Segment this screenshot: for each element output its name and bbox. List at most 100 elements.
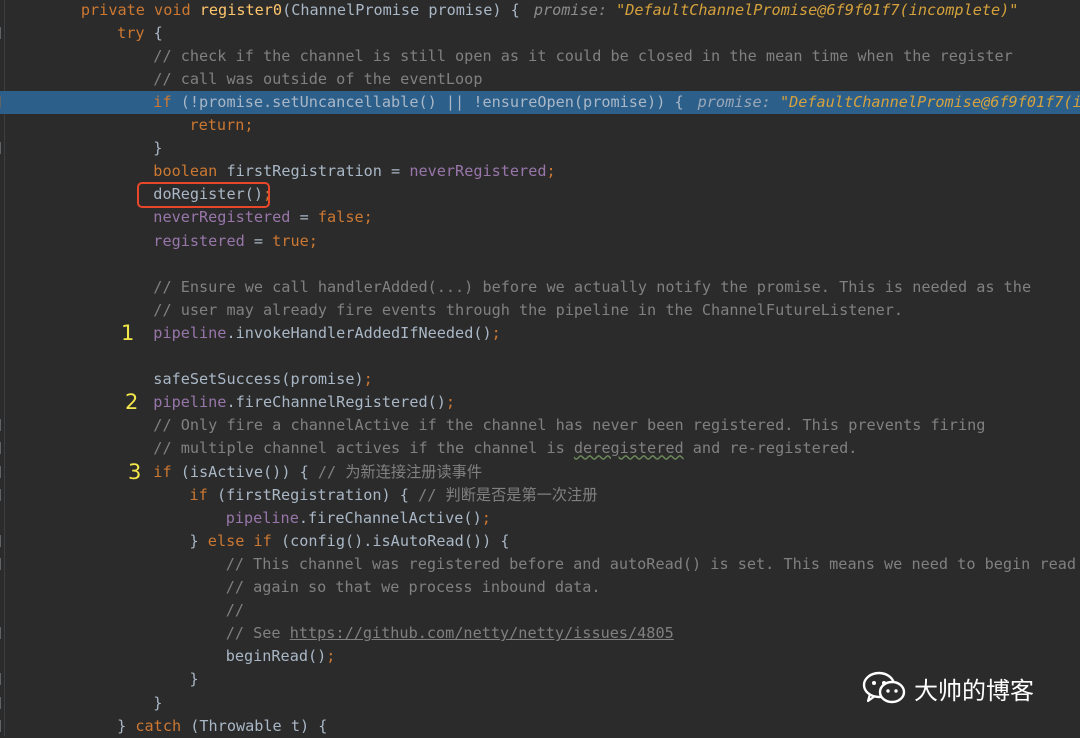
code-line[interactable]: pipeline.fireChannelActive(); — [0, 507, 1080, 530]
code-token: (config().isAutoRead()) { — [280, 531, 510, 550]
code-line[interactable]: // Ensure we call handlerAdded(...) befo… — [0, 276, 1080, 299]
code-token: } — [189, 531, 208, 550]
code-text: } — [190, 668, 199, 691]
code-line[interactable]: } — [0, 137, 1080, 160]
code-editor[interactable]: private void register0(ChannelPromise pr… — [0, 0, 1080, 736]
code-token: // check if the channel is still open as… — [153, 46, 1013, 65]
wechat-icon — [862, 671, 906, 704]
code-token: if — [189, 485, 217, 504]
code-token: void — [154, 0, 200, 19]
code-text: // This channel was registered before an… — [226, 553, 1076, 576]
code-text: // See https://github.com/netty/netty/is… — [226, 622, 674, 645]
fold-marker-icon[interactable] — [0, 26, 5, 39]
code-token: // again so that we process inbound data… — [225, 578, 601, 596]
inline-debug-hint: "DefaultChannelPromise@6f9f01f7(in — [779, 92, 1080, 111]
annotation-number: 1 — [121, 320, 135, 345]
code-text: registered = true; — [153, 230, 318, 253]
code-token: ; — [491, 323, 501, 342]
code-line[interactable]: neverRegistered = false; — [0, 206, 1080, 229]
fold-marker-icon[interactable] — [0, 442, 5, 455]
code-line[interactable]: registered = true; — [0, 230, 1080, 253]
code-line[interactable]: pipeline.invokeHandlerAddedIfNeeded(); — [0, 322, 1080, 345]
code-token: { — [153, 23, 163, 42]
code-line[interactable]: return; — [0, 114, 1080, 137]
code-line[interactable]: // call was outside of the eventLoop — [0, 68, 1080, 91]
code-token: = — [244, 231, 273, 250]
code-token: https://github.com/netty/netty/issues/48… — [289, 624, 674, 643]
code-line[interactable]: // This channel was registered before an… — [0, 553, 1080, 576]
code-line[interactable]: // — [0, 599, 1080, 622]
code-token: and re-registered. — [683, 439, 858, 458]
code-text: // Only fire a channelActive if the chan… — [153, 414, 985, 437]
code-token: pipeline — [153, 323, 227, 342]
code-text: if (!promise.setUncancellable() || !ensu… — [153, 91, 1080, 114]
code-text: boolean firstRegistration = neverRegiste… — [153, 160, 555, 183]
code-token: catch — [135, 716, 191, 735]
code-line[interactable]: // again so that we process inbound data… — [0, 576, 1080, 599]
code-line[interactable]: if (isActive()) { // 为新连接注册读事件 — [0, 461, 1080, 484]
code-line[interactable]: boolean firstRegistration = neverRegiste… — [0, 160, 1080, 183]
code-line[interactable]: pipeline.fireChannelRegistered(); — [0, 391, 1080, 414]
code-token: register0 — [199, 0, 283, 19]
code-text: } — [153, 692, 162, 715]
fold-marker-icon[interactable] — [0, 465, 5, 478]
fold-marker-icon[interactable] — [0, 488, 5, 501]
code-token: ; — [546, 162, 556, 181]
fold-marker-icon[interactable] — [0, 696, 5, 709]
fold-marker-icon[interactable] — [0, 534, 5, 547]
code-line[interactable]: safeSetSuccess(promise); — [0, 368, 1080, 391]
code-token: (ChannelPromise promise) { — [282, 0, 520, 19]
highlight-box — [137, 182, 270, 208]
code-token: boolean — [153, 162, 227, 181]
annotation-number: 2 — [125, 390, 139, 415]
code-token: false — [317, 208, 364, 227]
code-line[interactable]: if (firstRegistration) { // 判断是否是第一次注册 — [0, 484, 1080, 507]
code-token: beginRead() — [225, 647, 327, 666]
code-token: } — [117, 716, 136, 735]
fold-marker-icon[interactable] — [0, 673, 5, 686]
code-line[interactable]: // user may already fire events through … — [0, 299, 1080, 322]
code-line[interactable]: } else if (config().isAutoRead()) { — [0, 530, 1080, 553]
code-line[interactable]: // See https://github.com/netty/netty/is… — [0, 622, 1080, 645]
code-token: // See — [225, 624, 290, 643]
code-line[interactable]: beginRead(); — [0, 645, 1080, 668]
current-execution-line[interactable]: if (!promise.setUncancellable() || !ensu… — [0, 90, 1080, 114]
code-text: } catch (Throwable t) { — [117, 715, 327, 738]
code-text: if (isActive()) { // 为新连接注册读事件 — [153, 461, 482, 484]
code-token: (!promise.setUncancellable() || !ensureO… — [180, 92, 684, 111]
code-token: ; — [445, 393, 456, 412]
code-token: ; — [363, 370, 373, 389]
code-token: (isActive()) { — [180, 462, 318, 481]
code-token: neverRegistered — [153, 208, 291, 227]
code-token: safeSetSuccess(promise) — [153, 370, 364, 389]
code-text: pipeline.fireChannelActive(); — [226, 507, 491, 530]
fold-marker-icon[interactable] — [0, 627, 5, 640]
code-token: else if — [207, 531, 281, 550]
code-token: } — [189, 670, 199, 689]
code-line[interactable]: // check if the channel is still open as… — [0, 45, 1080, 68]
code-token: neverRegistered — [409, 162, 547, 181]
fold-marker-icon[interactable] — [0, 142, 5, 155]
code-token: (Throwable t) { — [190, 716, 328, 735]
fold-marker-icon[interactable] — [0, 419, 5, 432]
code-text: // multiple channel actives if the chann… — [153, 437, 857, 460]
code-line[interactable]: try { — [0, 22, 1080, 45]
code-text: pipeline.invokeHandlerAddedIfNeeded(); — [153, 322, 500, 345]
code-token: // call was outside of the eventLoop — [153, 69, 483, 88]
fold-marker-icon[interactable] — [0, 557, 5, 570]
code-token: // — [225, 601, 244, 620]
code-token: if — [153, 462, 181, 481]
code-line[interactable]: // multiple channel actives if the chann… — [0, 437, 1080, 460]
code-line[interactable] — [0, 253, 1080, 276]
code-line[interactable]: private void register0(ChannelPromise pr… — [0, 0, 1080, 22]
code-line[interactable] — [0, 345, 1080, 368]
code-line[interactable]: } catch (Throwable t) { — [0, 715, 1080, 738]
code-text: // user may already fire events through … — [153, 299, 903, 322]
code-token: deregistered — [573, 439, 684, 458]
fold-marker-icon[interactable] — [0, 95, 5, 108]
fold-marker-icon[interactable] — [0, 719, 5, 732]
code-line[interactable]: // Only fire a channelActive if the chan… — [0, 414, 1080, 437]
code-token: (firstRegistration) { — [216, 485, 419, 504]
code-token: registered — [153, 231, 245, 250]
code-text: // check if the channel is still open as… — [153, 45, 1013, 68]
